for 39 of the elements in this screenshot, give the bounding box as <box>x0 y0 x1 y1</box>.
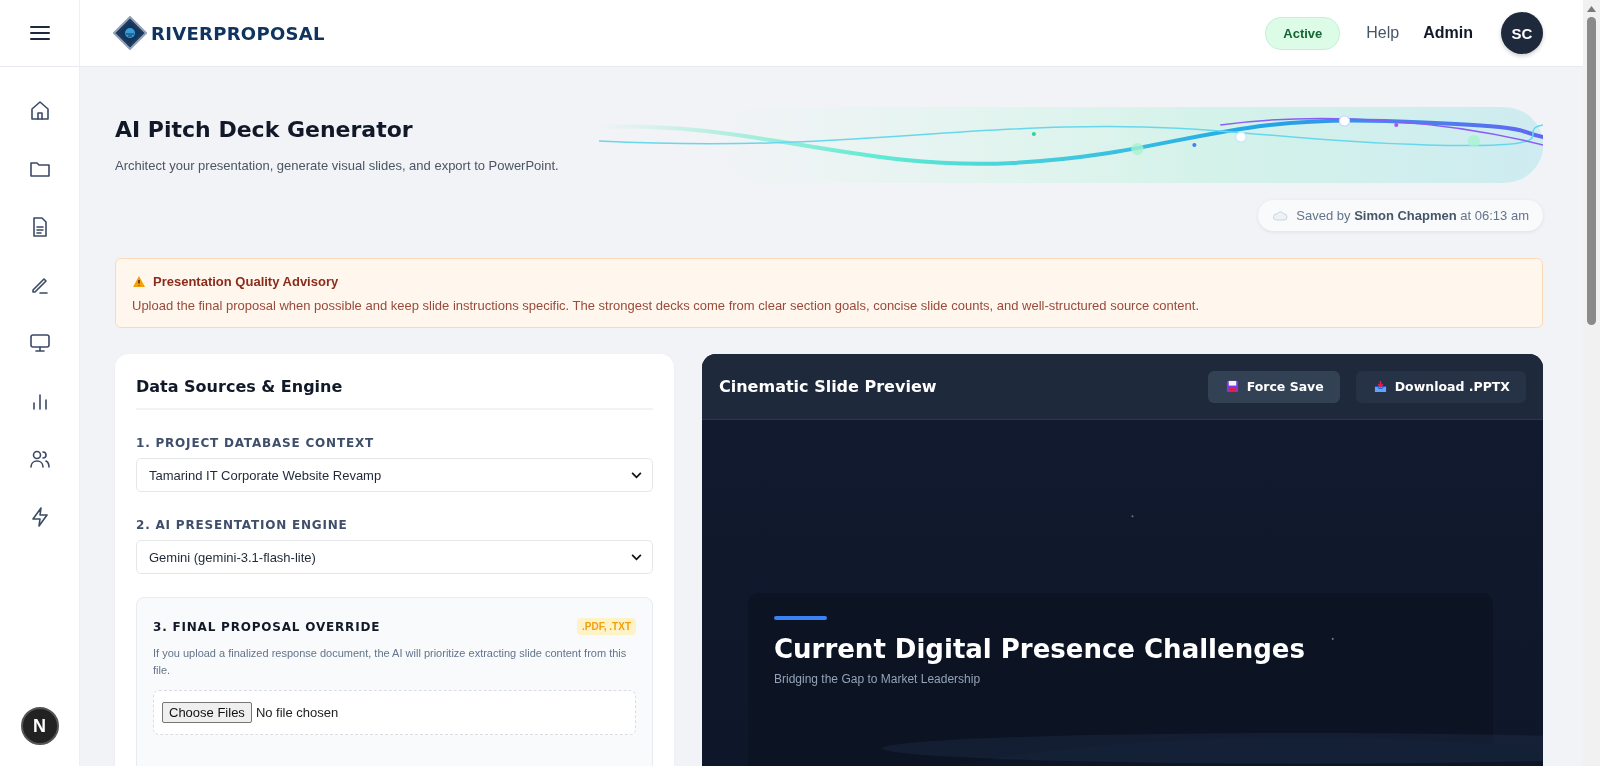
choose-files-button[interactable]: Choose Files <box>162 702 252 723</box>
scrollbar-thumb[interactable] <box>1587 17 1596 325</box>
force-save-button[interactable]: Force Save <box>1207 370 1340 403</box>
logo-text: RIVERPROPOSAL <box>151 22 325 44</box>
download-button[interactable]: Download .PPTX <box>1355 370 1526 403</box>
accent-bar <box>774 616 827 620</box>
file-dropzone[interactable]: Choose Files No file chosen <box>153 690 636 735</box>
preview-title: Cinematic Slide Preview <box>719 377 937 396</box>
page-title: AI Pitch Deck Generator <box>115 117 414 142</box>
help-link[interactable]: Help <box>1366 24 1400 42</box>
monitor-icon[interactable] <box>27 331 52 355</box>
chevron-down-icon <box>631 553 642 561</box>
dropdown[interactable]: Tamarind IT Corporate Website Revamp <box>136 458 653 492</box>
status-badge: Active <box>1265 16 1341 50</box>
dropdown[interactable]: Gemini (gemini-3.1-flash-lite) <box>136 540 653 574</box>
page-subtitle: Architect your presentation, generate visual slides, and export to PowerPoint. <box>115 158 559 173</box>
field-label: 1. PROJECT DATABASE CONTEXT <box>136 436 375 450</box>
scrollbar[interactable] <box>1583 0 1600 766</box>
user-menu[interactable]: Admin <box>1423 24 1473 42</box>
file-type-badge: .PDF, .TXT <box>577 618 636 635</box>
slide-subtitle: Bridging the Gap to Market Leadership <box>774 672 981 686</box>
inbox-tray-icon <box>1373 380 1387 393</box>
advisory-text: Upload the final proposal when possible and keep slide instructions specific. The strongest decks come from clear section goals, concise slide counts, and well-structured source content. <box>132 298 1201 313</box>
saved-text: Saved by Simon Chapmen at 06:13 am <box>1296 208 1529 223</box>
override-title: 3. FINAL PROPOSAL OVERRIDE <box>153 619 381 634</box>
warning-icon <box>132 275 146 288</box>
chevron-down-icon <box>631 471 642 479</box>
slide-title: Current Digital Presence Challenges <box>774 634 1305 664</box>
cloud-icon <box>1272 210 1289 221</box>
panel-title: Data Sources & Engine <box>136 377 653 410</box>
field-label: 2. AI PRESENTATION ENGINE <box>136 518 349 532</box>
dev-badge[interactable]: N <box>20 707 59 745</box>
file-status: No file chosen <box>255 705 339 720</box>
scroll-up-icon[interactable] <box>1587 6 1596 12</box>
menu-icon[interactable] <box>29 25 50 41</box>
override-description: If you upload a finalized response document, the AI will prioritize extracting slide content from this file. <box>153 646 628 678</box>
advisory-title: Presentation Quality Advisory <box>153 274 339 289</box>
avatar[interactable]: SC <box>1501 12 1543 54</box>
logo-icon <box>113 16 147 50</box>
